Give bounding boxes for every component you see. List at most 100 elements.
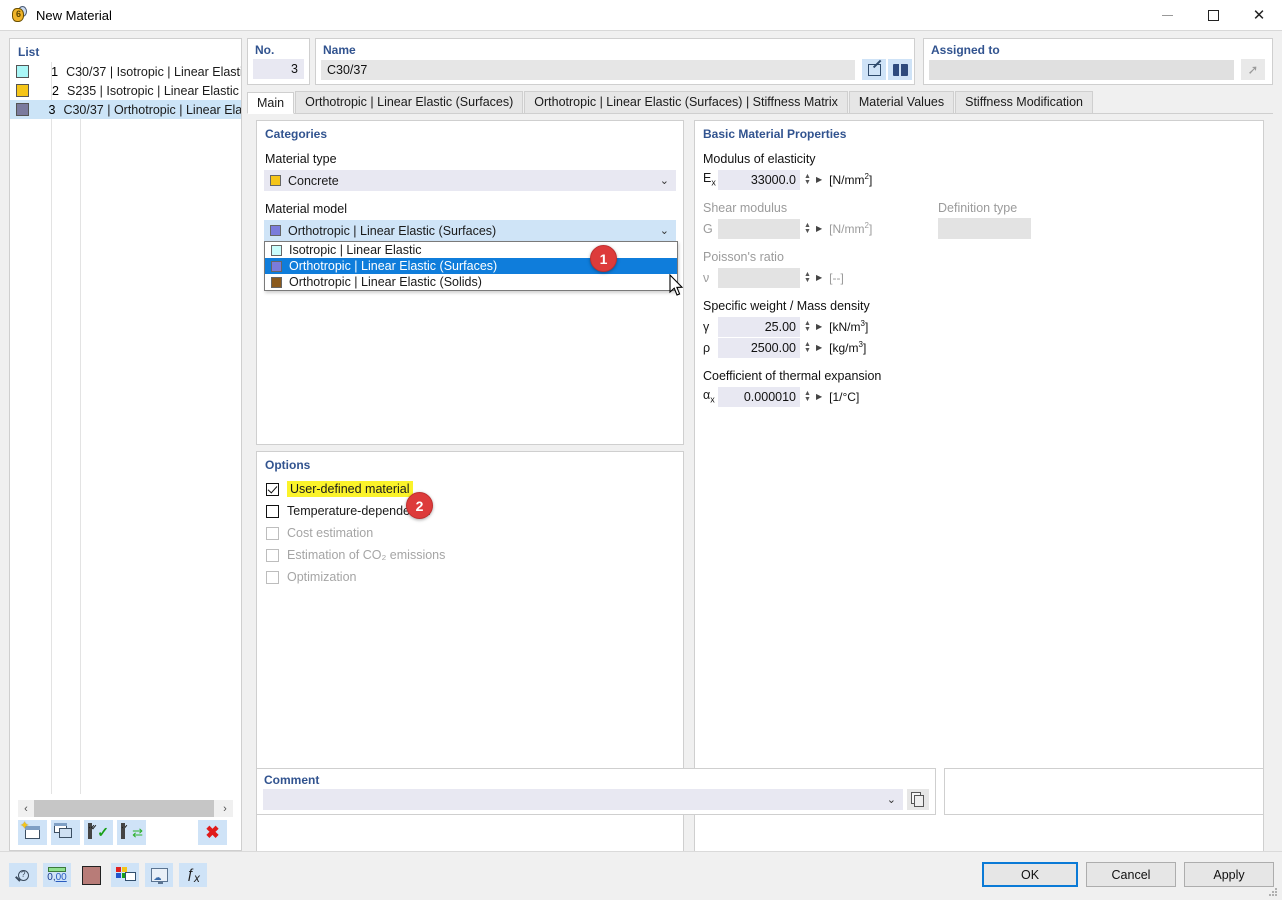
expand-arrow-icon[interactable]: ▶ [816, 322, 822, 331]
material-model-combo[interactable]: Orthotropic | Linear Elastic (Surfaces) … [264, 220, 676, 241]
name-input[interactable]: C30/37 [321, 59, 855, 80]
property-value-input[interactable]: 2500.00 [718, 337, 800, 358]
close-button[interactable]: ✕ [1236, 0, 1282, 31]
list-item[interactable]: 2 S235 | Isotropic | Linear Elastic [10, 81, 241, 100]
resize-grip[interactable] [1269, 888, 1278, 897]
property-symbol: αx [703, 388, 715, 405]
option-row[interactable]: Cost estimation [257, 522, 683, 544]
spinner-icon[interactable]: ▲ ▼ [802, 341, 813, 354]
tab-material-values[interactable]: Material Values [848, 91, 955, 113]
comment-label: Comment [264, 773, 320, 787]
material-model-dropdown[interactable]: Isotropic | Linear Elastic Orthotropic | … [264, 241, 678, 291]
material-list-panel: List 1 C30/37 | Isotropic | Linear Elasti… [9, 38, 242, 851]
expand-arrow-icon[interactable]: ▶ [816, 343, 822, 352]
assigned-pick-button[interactable]: ➚ [1241, 59, 1265, 80]
apply-button[interactable]: Apply [1184, 862, 1274, 887]
invert-selection-button[interactable]: ⇄ [117, 819, 146, 845]
option-row[interactable]: Optimization [257, 566, 683, 588]
material-model-label: Material model [265, 202, 347, 216]
option-row[interactable]: Estimation of CO₂ emissions [257, 544, 683, 566]
tab-main[interactable]: Main [247, 92, 295, 114]
spinner-icon[interactable]: ▲ ▼ [802, 222, 813, 235]
ok-button[interactable]: OK [982, 862, 1078, 887]
units-button[interactable]: 0,00 [43, 863, 71, 887]
delete-material-button[interactable]: ✖ [198, 819, 227, 845]
copy-material-button[interactable] [51, 819, 80, 845]
property-row: G ▲ ▼ ▶ [N/mm2] [695, 218, 1263, 239]
expand-arrow-icon[interactable]: ▶ [816, 273, 822, 282]
option-row[interactable]: Temperature-dependent... [257, 500, 683, 522]
property-value-input[interactable] [718, 267, 800, 288]
property-group-heading: Specific weight / Mass density [703, 299, 870, 313]
visual-button[interactable]: ☁ [145, 863, 173, 887]
property-value-input[interactable]: 0.000010 [718, 386, 800, 407]
spinner-icon[interactable]: ▲ ▼ [802, 173, 813, 186]
property-value-input[interactable]: 33000.0 [718, 169, 800, 190]
material-library-button[interactable] [888, 59, 912, 80]
checkbox-icon[interactable] [266, 548, 279, 562]
spinner-icon[interactable]: ▲ ▼ [802, 271, 813, 284]
material-type-label: Material type [265, 152, 337, 166]
material-model-color-swatch [270, 225, 281, 236]
dropdown-option[interactable]: Orthotropic | Linear Elastic (Solids) [265, 274, 677, 290]
checkbox-icon[interactable] [266, 526, 279, 540]
cancel-button[interactable]: Cancel [1086, 862, 1176, 887]
definition-type-input[interactable] [938, 218, 1031, 239]
material-type-color-swatch [270, 175, 281, 186]
info-magnifier-button[interactable]: ? [9, 863, 37, 887]
tab-orthotropic-linear-elastic-surfaces[interactable]: Orthotropic | Linear Elastic (Surfaces) [295, 91, 524, 113]
select-all-button[interactable]: ✓ [84, 819, 113, 845]
name-edit-button[interactable] [862, 59, 886, 80]
list-item-number: 2 [52, 83, 59, 98]
new-material-button[interactable]: ✦ [18, 819, 47, 845]
option-color-swatch [271, 276, 282, 288]
list-item[interactable]: 3 C30/37 | Orthotropic | Linear Elastic (… [10, 100, 241, 119]
scroll-left-icon[interactable]: ‹ [18, 803, 34, 815]
list-horizontal-scrollbar[interactable]: ‹ › [18, 800, 233, 817]
checkbox-icon[interactable] [266, 570, 279, 584]
chevron-down-icon[interactable]: ⌄ [660, 174, 669, 187]
comment-copy-button[interactable] [907, 789, 929, 810]
property-symbol: Ex [703, 171, 716, 188]
tab-strip[interactable]: Main Orthotropic | Linear Elastic (Surfac… [247, 91, 1273, 114]
spinner-icon[interactable]: ▲ ▼ [802, 320, 813, 333]
comment-right-panel [944, 768, 1264, 815]
list-item-number: 1 [51, 64, 59, 79]
material-list[interactable]: 1 C30/37 | Isotropic | Linear Elastic 2 S23… [10, 62, 241, 794]
spinner-icon[interactable]: ▲ ▼ [802, 390, 813, 403]
checkbox-icon[interactable] [266, 482, 279, 496]
property-group-heading: Modulus of elasticity [703, 152, 816, 166]
pencil-edit-icon [867, 63, 881, 76]
option-label: Estimation of CO₂ emissions [287, 548, 446, 562]
checkbox-icon[interactable] [266, 504, 279, 518]
material-type-combo[interactable]: Concrete ⌄ [264, 170, 676, 191]
display-properties-button[interactable] [111, 863, 139, 887]
chevron-down-icon[interactable]: ⌄ [887, 793, 896, 806]
chevron-down-icon[interactable]: ⌄ [660, 224, 669, 237]
formula-button[interactable]: ƒx [179, 863, 207, 887]
list-item-label: S235 | Isotropic | Linear Elastic [67, 83, 239, 98]
scroll-right-icon[interactable]: › [217, 803, 233, 815]
maximize-button[interactable] [1190, 0, 1236, 31]
list-item-label: C30/37 | Orthotropic | Linear Elastic (S [63, 102, 241, 117]
expand-arrow-icon[interactable]: ▶ [816, 224, 822, 233]
tab-orthotropic-linear-elastic-surfaces-stiffness-matrix[interactable]: Orthotropic | Linear Elastic (Surfaces) … [524, 91, 848, 113]
status-toolbar: ? 0,00 ☁ ƒx [9, 863, 213, 887]
expand-arrow-icon[interactable]: ▶ [816, 175, 822, 184]
option-label: Orthotropic | Linear Elastic (Surfaces) [289, 259, 498, 273]
minimize-button[interactable] [1144, 0, 1190, 31]
scroll-track[interactable] [34, 800, 217, 817]
assigned-input[interactable] [929, 59, 1234, 80]
expand-arrow-icon[interactable]: ▶ [816, 392, 822, 401]
property-value-input[interactable] [718, 218, 800, 239]
option-row[interactable]: User-defined material [257, 478, 683, 500]
list-item[interactable]: 1 C30/37 | Isotropic | Linear Elastic [10, 62, 241, 81]
fx-icon: ƒx [186, 865, 200, 885]
no-input[interactable]: 3 [253, 59, 304, 79]
comment-input[interactable]: ⌄ [263, 789, 903, 810]
scroll-thumb[interactable] [34, 800, 214, 817]
property-value-input[interactable]: 25.00 [718, 316, 800, 337]
color-button[interactable] [77, 863, 105, 887]
tab-stiffness-modification[interactable]: Stiffness Modification [955, 91, 1093, 113]
color-swatch-icon [81, 865, 101, 885]
